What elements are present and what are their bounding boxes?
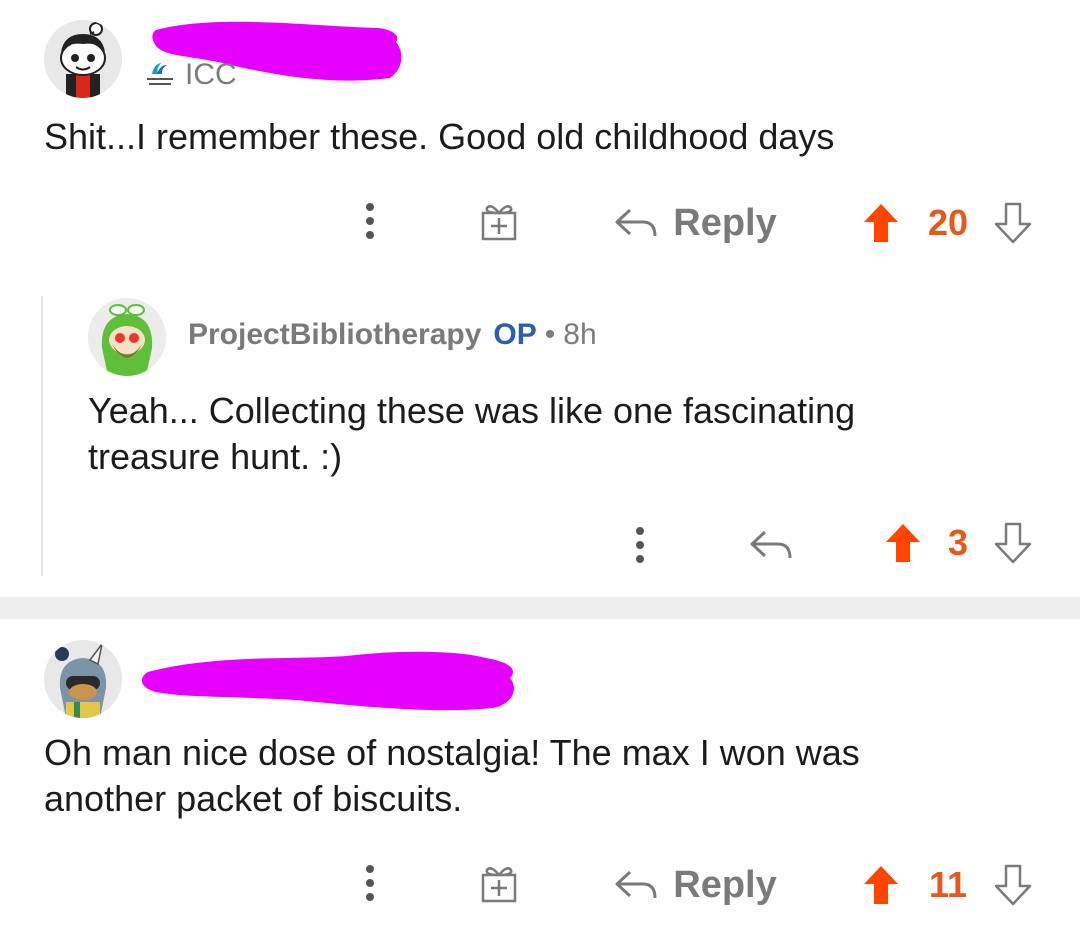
snoo-avatar-icon [88, 298, 166, 376]
reply-label: Reply [673, 201, 777, 244]
downvote-button[interactable] [992, 862, 1034, 908]
reply-label: Reply [673, 863, 777, 906]
icc-logo-icon [147, 63, 173, 85]
upvote-button[interactable] [860, 200, 902, 246]
comment-body: Shit...I remember these. Good old childh… [44, 116, 835, 157]
gift-award-icon [481, 205, 517, 241]
reply-arrow-icon [750, 530, 792, 559]
vote-score: 20 [927, 202, 969, 243]
more-vertical-icon [366, 865, 374, 901]
reply-button[interactable]: Reply [610, 858, 780, 912]
comment-body-line-1: Yeah... Collecting these was like one fa… [88, 390, 856, 431]
award-button[interactable] [474, 858, 524, 908]
comment-body-line-1: Oh man nice dose of nostalgia! The max I… [44, 732, 860, 773]
flair: ICC [143, 58, 237, 92]
comment-divider [0, 597, 1080, 619]
reply-button[interactable] [746, 520, 796, 570]
downvote-button[interactable] [992, 520, 1034, 566]
comment-age: 8h [563, 318, 597, 351]
upvote-button[interactable] [860, 862, 902, 908]
vote-score: 3 [947, 522, 969, 563]
author-name[interactable]: ProjectBibliotherapy [188, 318, 481, 352]
comment-body-line-2: treasure hunt. :) [88, 436, 343, 477]
avatar[interactable] [44, 640, 122, 718]
avatar[interactable] [44, 20, 122, 98]
award-button[interactable] [474, 196, 524, 246]
op-badge: OP [493, 318, 537, 351]
downvote-arrow-icon [994, 522, 1032, 564]
gift-award-icon [481, 867, 517, 903]
upvote-arrow-icon [864, 204, 898, 242]
separator: • [544, 318, 556, 351]
downvote-arrow-icon [994, 202, 1032, 244]
downvote-button[interactable] [992, 200, 1034, 246]
reply-arrow-icon [615, 870, 657, 899]
vote-score: 11 [928, 864, 968, 905]
avatar[interactable] [88, 298, 166, 376]
snoo-avatar-icon [44, 640, 122, 718]
snoo-avatar-icon [44, 20, 122, 98]
upvote-arrow-icon [864, 866, 898, 904]
downvote-arrow-icon [994, 864, 1032, 906]
more-options-button[interactable] [350, 196, 390, 246]
upvote-arrow-icon [886, 524, 920, 562]
comment-body-line-2: another packet of biscuits. [44, 778, 463, 819]
upvote-button[interactable] [882, 520, 924, 566]
reply-button[interactable]: Reply [610, 196, 780, 250]
more-options-button[interactable] [620, 520, 660, 570]
flair-text: ICC [185, 58, 237, 91]
more-options-button[interactable] [350, 858, 390, 908]
more-vertical-icon [636, 527, 644, 563]
reply-arrow-icon [615, 208, 657, 237]
more-vertical-icon [366, 203, 374, 239]
comment-meta: ProjectBibliotherapy OP • 8h [188, 318, 597, 352]
thread-line[interactable] [41, 296, 43, 576]
redacted-username [141, 651, 514, 711]
